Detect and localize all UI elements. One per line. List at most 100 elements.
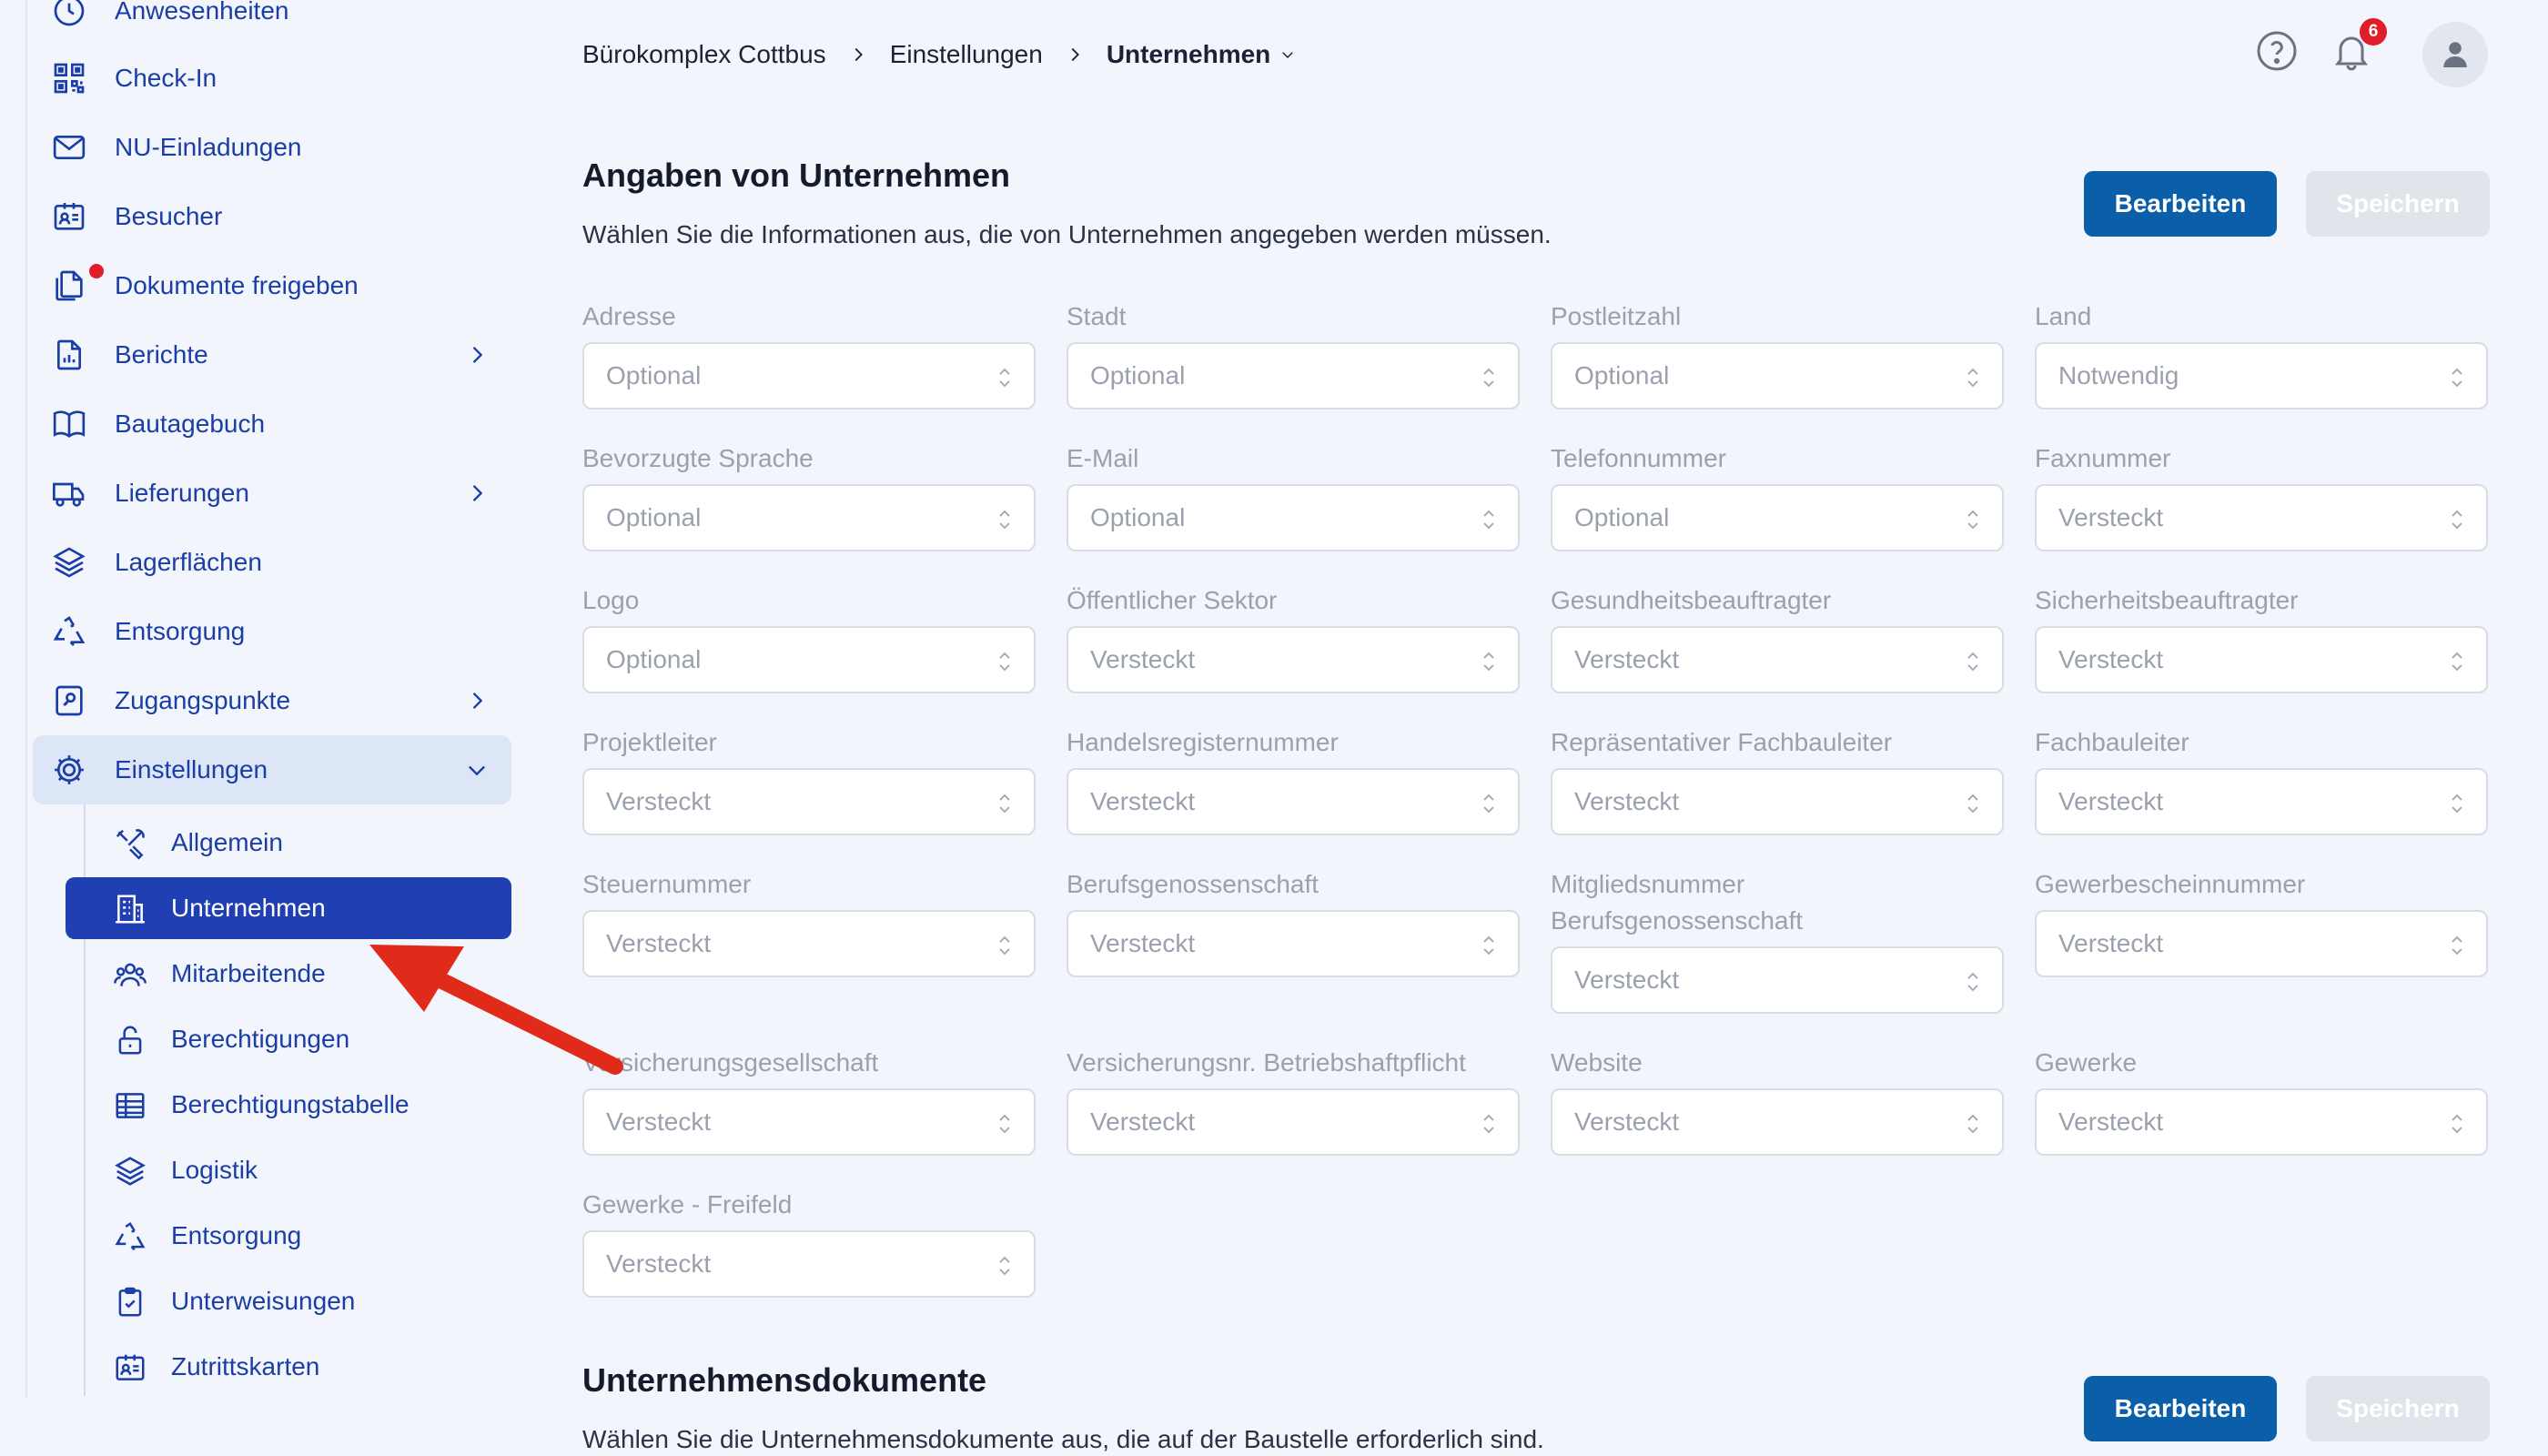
field-select-repraesentativer-fachbauleiter[interactable]: Versteckt xyxy=(1551,768,2004,835)
chevron-right-icon xyxy=(1071,47,1079,62)
field-label: Website xyxy=(1551,1048,1643,1077)
sidebar-item-lagerflaechen[interactable]: Lagerflächen xyxy=(33,528,511,597)
sidebar-item-anwesenheiten[interactable]: Anwesenheiten xyxy=(33,0,511,46)
sidebar-subitem-label: Allgemein xyxy=(171,828,283,856)
select-value: Versteckt xyxy=(2058,503,2164,531)
field-select-faxnummer[interactable]: Versteckt xyxy=(2035,484,2488,551)
field-select-postleitzahl[interactable]: Optional xyxy=(1551,342,2004,410)
sidebar-item-einstellungen[interactable]: Einstellungen xyxy=(33,735,511,804)
field-select-fachbauleiter[interactable]: Versteckt xyxy=(2035,768,2488,835)
field-select-logo[interactable]: Optional xyxy=(582,626,1036,693)
sidebar-subitem-unterweisungen[interactable]: Unterweisungen xyxy=(66,1270,511,1332)
sidebar-subitem-unternehmen[interactable]: Unternehmen xyxy=(66,877,511,939)
field-label: Logo xyxy=(582,586,640,614)
select-value: Optional xyxy=(1090,503,1186,531)
field-label: Gesundheitsbeauftragter xyxy=(1551,586,1832,614)
field-select-handelsregisternummer[interactable]: Versteckt xyxy=(1067,768,1520,835)
documents-save-button[interactable]: Speichern xyxy=(2306,1376,2490,1441)
notification-dot xyxy=(89,264,104,278)
sidebar-item-bautagebuch[interactable]: Bautagebuch xyxy=(33,389,511,459)
field-select-bevorzugte-sprache[interactable]: Optional xyxy=(582,484,1036,551)
field-select-oeffentlicher-sektor[interactable]: Versteckt xyxy=(1067,626,1520,693)
chevron-down-icon[interactable] xyxy=(1279,46,1296,63)
select-value: Optional xyxy=(606,645,702,673)
sidebar-item-dokumente-freigeben[interactable]: Dokumente freigeben xyxy=(33,251,511,320)
field-select-gewerbescheinnummer[interactable]: Versteckt xyxy=(2035,910,2488,977)
field-select-gesundheitsbeauftragter[interactable]: Versteckt xyxy=(1551,626,2004,693)
field-select-gewerke-freifeld[interactable]: Versteckt xyxy=(582,1230,1036,1298)
table-icon xyxy=(113,1088,147,1123)
select-value: Versteckt xyxy=(2058,645,2164,673)
field-select-berufsgenossenschaft[interactable]: Versteckt xyxy=(1067,910,1520,977)
field-select-projektleiter[interactable]: Versteckt xyxy=(582,768,1036,835)
company-fields-description: Wählen Sie die Informationen aus, die vo… xyxy=(582,220,1552,248)
lock-icon xyxy=(113,1023,147,1057)
gear-icon xyxy=(51,752,87,788)
field-select-versicherungsgesellschaft[interactable]: Versteckt xyxy=(582,1088,1036,1156)
company-fields-title: Angaben von Unternehmen xyxy=(582,157,1011,194)
avatar[interactable] xyxy=(2422,22,2488,87)
edit-button[interactable]: Bearbeiten xyxy=(2084,171,2277,237)
select-value: Versteckt xyxy=(1574,1107,1680,1136)
field-select-adresse[interactable]: Optional xyxy=(582,342,1036,410)
field-label: Projektleiter xyxy=(582,728,717,756)
chevron-up-down-icon xyxy=(999,935,1010,956)
documents-edit-button[interactable]: Bearbeiten xyxy=(2084,1376,2277,1441)
sidebar-subitem-berechtigungstabelle[interactable]: Berechtigungstabelle xyxy=(66,1074,511,1136)
breadcrumb-current[interactable]: Unternehmen xyxy=(1107,40,1270,69)
sidebar-item-check-in[interactable]: Check-In xyxy=(33,44,511,113)
sidebar-item-label: Dokumente freigeben xyxy=(115,271,359,299)
users-icon xyxy=(113,957,147,992)
save-button[interactable]: Speichern xyxy=(2306,171,2490,237)
select-value: Versteckt xyxy=(1090,645,1196,673)
breadcrumb-project[interactable]: Bürokomplex Cottbus xyxy=(582,40,826,69)
sidebar-item-lieferungen[interactable]: Lieferungen xyxy=(33,459,511,528)
sidebar-subitem-entsorgung[interactable]: Entsorgung xyxy=(66,1205,511,1267)
company-documents-description: Wählen Sie die Unternehmensdokumente aus… xyxy=(582,1425,1544,1453)
field-select-email[interactable]: Optional xyxy=(1067,484,1520,551)
sidebar-item-berichte[interactable]: Berichte xyxy=(33,320,511,389)
field-label: E-Mail xyxy=(1067,444,1139,472)
sidebar-item-zugangspunkte[interactable]: Zugangspunkte xyxy=(33,666,511,735)
field-select-sicherheitsbeauftragter[interactable]: Versteckt xyxy=(2035,626,2488,693)
sidebar-item-label: Einstellungen xyxy=(115,755,268,784)
sidebar-subitem-berechtigungen[interactable]: Berechtigungen xyxy=(66,1008,511,1070)
field-label: Handelsregisternummer xyxy=(1067,728,1339,756)
field-select-steuernummer[interactable]: Versteckt xyxy=(582,910,1036,977)
sidebar-subitem-allgemein[interactable]: Allgemein xyxy=(66,812,511,874)
clipboard-icon xyxy=(113,1285,147,1320)
chevron-up-down-icon xyxy=(1967,972,1978,992)
field-select-land[interactable]: Notwendig xyxy=(2035,342,2488,410)
chevron-up-down-icon xyxy=(2452,1114,2462,1134)
field-select-stadt[interactable]: Optional xyxy=(1067,342,1520,410)
sidebar-subitem-logistik[interactable]: Logistik xyxy=(66,1139,511,1201)
field-label: Gewerbescheinnummer xyxy=(2035,870,2306,898)
help-icon[interactable] xyxy=(2255,29,2299,73)
sidebar-item-entsorgung[interactable]: Entsorgung xyxy=(33,597,511,666)
select-value: Versteckt xyxy=(2058,929,2164,957)
company-documents-title: Unternehmensdokumente xyxy=(582,1361,987,1399)
field-select-gewerke[interactable]: Versteckt xyxy=(2035,1088,2488,1156)
field-select-mitgliedsnummer-berufsgenossenschaft[interactable]: Versteckt xyxy=(1551,946,2004,1014)
select-value: Versteckt xyxy=(1090,787,1196,815)
sidebar-item-label: Anwesenheiten xyxy=(115,0,289,25)
sidebar-subitem-zutrittskarten[interactable]: Zutrittskarten xyxy=(66,1336,511,1398)
chevron-up-down-icon xyxy=(1483,935,1494,956)
breadcrumb-section[interactable]: Einstellungen xyxy=(890,40,1043,69)
chevron-right-icon xyxy=(472,485,483,501)
sidebar-item-nu-einladungen[interactable]: NU-Einladungen xyxy=(33,113,511,182)
field-select-telefonnummer[interactable]: Optional xyxy=(1551,484,2004,551)
field-label: Versicherungsnr. Betriebshaftpflicht xyxy=(1067,1048,1466,1077)
envelope-icon xyxy=(51,129,87,166)
sidebar-item-label: Check-In xyxy=(115,64,217,92)
notification-badge: 6 xyxy=(2360,18,2387,46)
sidebar-item-besucher[interactable]: Besucher xyxy=(33,182,511,251)
breadcrumb: Bürokomplex Cottbus Einstellungen Untern… xyxy=(582,35,1296,75)
field-select-versicherungsnr-betriebshaftpflicht[interactable]: Versteckt xyxy=(1067,1088,1520,1156)
field-select-website[interactable]: Versteckt xyxy=(1551,1088,2004,1156)
chevron-up-down-icon xyxy=(1483,652,1494,672)
select-value: Notwendig xyxy=(2058,361,2179,389)
chevron-up-down-icon xyxy=(2452,510,2462,530)
recycle-icon xyxy=(113,1219,147,1254)
sidebar-subitem-mitarbeitende[interactable]: Mitarbeitende xyxy=(66,943,511,1005)
